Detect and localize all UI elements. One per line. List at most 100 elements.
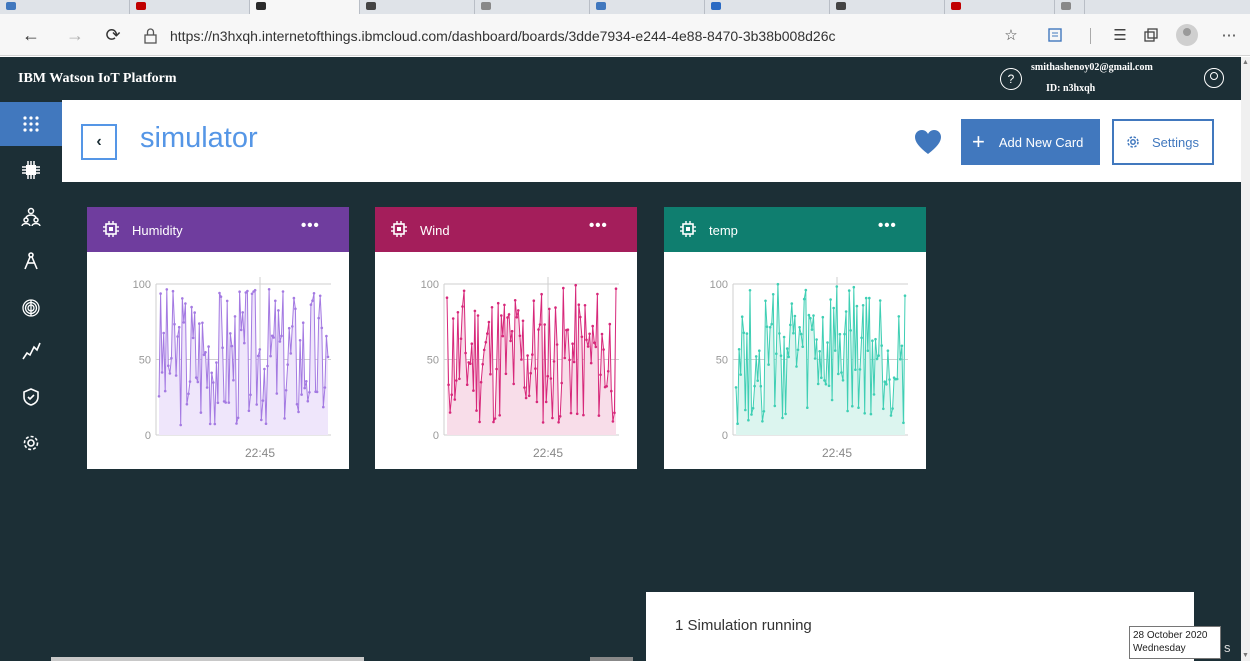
- data-point: [770, 322, 773, 326]
- data-point: [225, 299, 229, 303]
- card-menu-icon[interactable]: •••: [878, 217, 897, 234]
- tooltip-day: Wednesday: [1133, 643, 1186, 654]
- data-point: [165, 288, 169, 291]
- card-menu-icon[interactable]: •••: [301, 217, 320, 234]
- browser-tab[interactable]: [590, 0, 705, 14]
- rules-icon[interactable]: [0, 375, 62, 419]
- collections-icon[interactable]: [1138, 22, 1164, 48]
- data-point: [851, 404, 854, 408]
- browser-tab[interactable]: [705, 0, 830, 14]
- address-bar[interactable]: https://n3hxqh.internetofthings.ibmcloud…: [140, 25, 980, 47]
- y-tick-label: 100: [421, 279, 439, 291]
- card-temp[interactable]: temp ••• 100 50 0 22:45: [664, 207, 926, 469]
- data-point: [812, 314, 815, 317]
- data-point: [563, 356, 567, 360]
- browser-tab[interactable]: [250, 0, 360, 14]
- data-point: [294, 307, 297, 311]
- card-header: temp •••: [664, 207, 926, 252]
- data-point: [191, 336, 195, 340]
- favorite-heart-icon[interactable]: [914, 129, 942, 155]
- data-point: [250, 292, 254, 296]
- data-point: [878, 299, 882, 302]
- browser-tab[interactable]: [0, 0, 130, 14]
- members-icon[interactable]: [0, 195, 62, 239]
- devices-chip-icon[interactable]: [0, 148, 62, 192]
- vertical-scrollbar[interactable]: ▲ ▼: [1241, 57, 1250, 661]
- apps-compass-icon[interactable]: [0, 239, 62, 283]
- reader-icon[interactable]: [1042, 22, 1068, 48]
- data-point: [496, 301, 500, 305]
- data-point: [309, 303, 313, 306]
- tab-favicon: [6, 2, 16, 10]
- browser-tab[interactable]: [130, 0, 250, 14]
- data-point: [243, 341, 246, 345]
- browser-tab[interactable]: [830, 0, 945, 14]
- browser-tab[interactable]: [945, 0, 1055, 14]
- browser-tab[interactable]: [1055, 0, 1085, 14]
- card-menu-icon[interactable]: •••: [589, 217, 608, 234]
- data-point: [453, 398, 457, 401]
- data-point: [605, 385, 608, 388]
- data-point: [510, 329, 514, 333]
- scroll-up-arrow-icon[interactable]: ▲: [1242, 59, 1249, 66]
- data-point: [891, 407, 894, 410]
- platform-brand[interactable]: IBM Watson IoT Platform: [18, 71, 177, 87]
- security-fingerprint-icon[interactable]: [0, 286, 62, 330]
- device-chip-icon: [103, 221, 119, 237]
- data-point: [537, 328, 540, 331]
- data-point: [897, 315, 901, 318]
- board-settings-button[interactable]: Settings: [1112, 119, 1214, 165]
- back-arrow-icon[interactable]: ←: [18, 22, 44, 48]
- user-account-icon[interactable]: [1204, 68, 1224, 88]
- boards-grid-icon[interactable]: [0, 102, 62, 146]
- data-point: [208, 422, 212, 426]
- data-point: [315, 390, 319, 394]
- back-button[interactable]: ‹: [81, 124, 117, 160]
- data-point: [157, 395, 161, 398]
- data-point: [596, 292, 599, 296]
- help-icon[interactable]: ?: [1000, 68, 1022, 90]
- data-point: [227, 401, 231, 404]
- data-point: [498, 414, 501, 417]
- data-point: [599, 373, 602, 377]
- data-point: [325, 334, 328, 338]
- simulation-status-toast[interactable]: 1 Simulation running: [646, 592, 1194, 661]
- data-point: [776, 282, 780, 286]
- data-point: [506, 316, 509, 319]
- browser-tab[interactable]: [475, 0, 590, 14]
- data-point: [773, 404, 777, 408]
- more-options-icon[interactable]: ⋯: [1216, 22, 1242, 48]
- data-point: [781, 416, 784, 420]
- browser-profile-avatar[interactable]: [1176, 24, 1198, 46]
- data-point: [883, 380, 887, 383]
- data-point: [521, 319, 525, 323]
- scroll-down-arrow-icon[interactable]: ▼: [1242, 652, 1249, 659]
- card-humidity[interactable]: Humidity ••• 100 50 0 22:45: [87, 207, 349, 469]
- browser-tab[interactable]: [360, 0, 475, 14]
- favorites-list-icon[interactable]: ☰: [1107, 22, 1133, 48]
- card-wind[interactable]: Wind ••• 100 50 0 22:45: [375, 207, 637, 469]
- device-chip-icon: [680, 221, 696, 237]
- data-point: [806, 406, 809, 409]
- horizontal-scrollbar-thumb[interactable]: [590, 657, 633, 661]
- data-point: [557, 421, 560, 424]
- x-tick-label: 22:45: [245, 446, 275, 460]
- data-point: [737, 348, 741, 351]
- data-point: [588, 332, 591, 336]
- data-point: [826, 341, 829, 344]
- usage-chart-icon[interactable]: [0, 329, 62, 373]
- data-point: [489, 372, 492, 376]
- data-point: [864, 296, 868, 300]
- horizontal-scrollbar[interactable]: [51, 657, 364, 661]
- settings-gear-icon[interactable]: [0, 421, 62, 465]
- data-point: [858, 368, 862, 371]
- data-point: [478, 420, 481, 424]
- data-point: [868, 296, 871, 300]
- data-point: [830, 398, 834, 402]
- favorite-star-icon[interactable]: ☆: [998, 22, 1024, 48]
- data-point: [476, 314, 480, 317]
- data-point: [591, 324, 594, 328]
- forward-arrow-icon[interactable]: →: [62, 22, 88, 48]
- add-new-card-button[interactable]: + Add New Card: [961, 119, 1100, 165]
- refresh-icon[interactable]: ⟳: [100, 22, 126, 48]
